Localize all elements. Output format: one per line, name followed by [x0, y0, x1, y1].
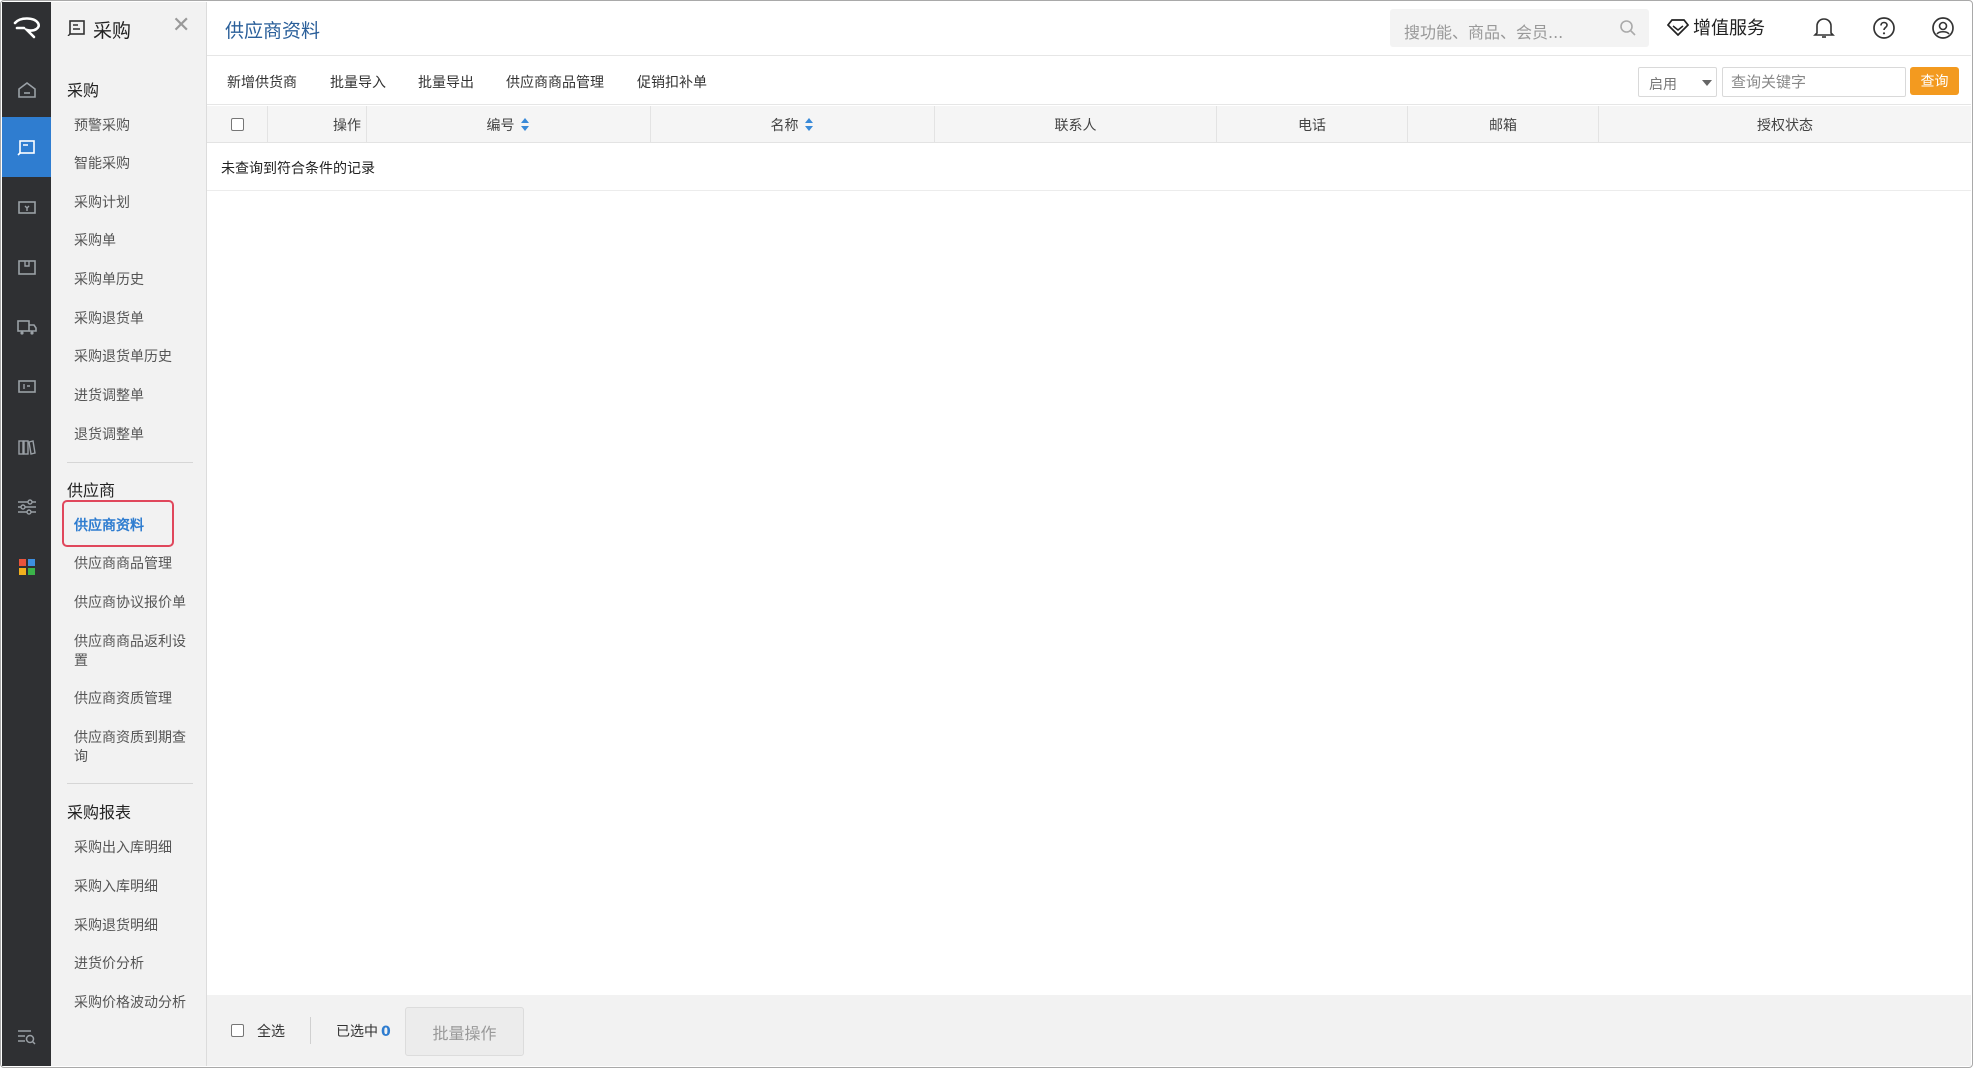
sidebar-item[interactable]: 供应商商品返利设置	[74, 633, 194, 671]
sidebar-item[interactable]: 采购退货单历史	[74, 348, 194, 367]
table-header: 操作 编号 名称 联系人 电话 邮箱 授权状态	[207, 106, 1971, 143]
column-header: 联系人	[934, 106, 1216, 143]
inventory-icon[interactable]	[2, 237, 51, 297]
empty-message: 未查询到符合条件的记录	[221, 161, 375, 177]
column-header-label: 授权状态	[1757, 117, 1813, 134]
sidebar-item[interactable]: 供应商商品管理	[74, 555, 194, 574]
bell-icon[interactable]	[1813, 16, 1835, 40]
sidebar-item[interactable]: 采购入库明细	[74, 878, 194, 897]
column-header: 邮箱	[1407, 106, 1598, 143]
column-header-label: 编号	[486, 117, 515, 134]
sidebar-item[interactable]: 进货价分析	[74, 955, 194, 974]
diamond-icon	[1667, 19, 1689, 36]
column-header: 电话	[1216, 106, 1407, 143]
sidebar-item[interactable]: 采购退货明细	[74, 917, 194, 936]
column-header-label: 名称	[770, 117, 799, 134]
logo-icon[interactable]	[2, 2, 51, 54]
sidebar-item[interactable]: 采购计划	[74, 194, 194, 213]
table-footer: 全选 已选中 0 批量操作	[207, 995, 1971, 1066]
selected-count-value: 0	[381, 1024, 391, 1040]
sidebar-item[interactable]: 采购出入库明细	[74, 839, 194, 858]
search-placeholder: 搜功能、商品、会员...	[1404, 23, 1564, 42]
query-button[interactable]: 查询	[1910, 67, 1959, 95]
search-menu-icon[interactable]	[2, 1007, 51, 1067]
vip-service-button[interactable]: 增值服务	[1667, 14, 1765, 40]
keyword-input[interactable]	[1722, 67, 1906, 97]
sidebar-title: 采购	[93, 20, 132, 42]
select-all-label[interactable]: 全选	[257, 1021, 285, 1041]
vip-label: 增值服务	[1693, 18, 1765, 39]
main-content: 供应商资料 搜功能、商品、会员... 增值服务 新增供货商 批量导入 批量导出 …	[207, 2, 1971, 1066]
purchase-icon[interactable]	[2, 117, 51, 177]
sidebar-item[interactable]: 智能采购	[74, 155, 194, 174]
sidebar-item[interactable]: 供应商协议报价单	[74, 594, 194, 613]
global-search[interactable]: 搜功能、商品、会员...	[1390, 9, 1649, 47]
promo-deduction-button[interactable]: 促销扣补单	[637, 72, 707, 92]
icon-rail	[2, 2, 51, 1066]
sidebar-item[interactable]: 采购单	[74, 232, 194, 251]
column-header-label: 邮箱	[1489, 117, 1517, 134]
user-icon[interactable]	[1931, 16, 1955, 40]
pos-icon[interactable]	[2, 357, 51, 417]
purchase-icon	[67, 20, 85, 36]
search-icon[interactable]	[1619, 19, 1637, 37]
select-all-checkbox[interactable]	[231, 1024, 244, 1037]
sidebar-item[interactable]: 采购退货单	[74, 310, 194, 329]
sort-icon[interactable]	[520, 117, 531, 133]
apps-grid-icon[interactable]	[2, 537, 51, 597]
sidebar-divider	[67, 462, 193, 463]
sidebar-item[interactable]: 供应商资质到期查询	[74, 729, 194, 767]
column-header-sortable[interactable]: 编号	[366, 106, 650, 143]
highlight-box	[62, 500, 174, 547]
close-icon[interactable]: ✕	[172, 15, 190, 37]
sidebar-divider	[67, 783, 193, 784]
status-select[interactable]: 启用	[1638, 67, 1717, 97]
chevron-down-icon	[1702, 80, 1712, 86]
top-bar: 供应商资料 搜功能、商品、会员... 增值服务	[207, 2, 1971, 56]
settings-sliders-icon[interactable]	[2, 477, 51, 537]
batch-import-button[interactable]: 批量导入	[330, 72, 386, 92]
selected-label: 已选中	[336, 1024, 378, 1040]
sidebar-item[interactable]: 采购单历史	[74, 271, 194, 290]
column-header-label: 联系人	[1054, 117, 1097, 134]
sidebar-item[interactable]: 退货调整单	[74, 426, 194, 445]
books-icon[interactable]	[2, 417, 51, 477]
column-header: 授权状态	[1598, 106, 1971, 143]
home-icon[interactable]	[2, 60, 51, 120]
group-title-supplier: 供应商	[67, 481, 116, 500]
sidebar-item[interactable]: 进货调整单	[74, 387, 194, 406]
sidebar-item[interactable]: 采购价格波动分析	[74, 994, 194, 1013]
select-all-header[interactable]	[207, 106, 267, 143]
sidebar-header: 采购 ✕	[51, 2, 207, 54]
column-header-label: 操作	[333, 117, 361, 134]
group-title-purchase: 采购	[67, 81, 100, 100]
selected-count: 已选中 0	[336, 1021, 391, 1041]
batch-export-button[interactable]: 批量导出	[418, 72, 474, 92]
help-icon[interactable]	[1872, 16, 1896, 40]
supplier-goods-button[interactable]: 供应商商品管理	[506, 72, 604, 92]
sort-icon[interactable]	[804, 117, 815, 133]
logistics-icon[interactable]	[2, 297, 51, 357]
sidebar-item[interactable]: 供应商资质管理	[74, 690, 194, 709]
batch-operation-button[interactable]: 批量操作	[405, 1007, 524, 1056]
status-select-value: 启用	[1649, 77, 1677, 93]
header-checkbox[interactable]	[230, 118, 244, 131]
add-supplier-button[interactable]: 新增供货商	[227, 72, 297, 92]
sidebar-item[interactable]: 预警采购	[74, 117, 194, 136]
table-empty-row: 未查询到符合条件的记录	[207, 144, 1971, 191]
group-title-reports: 采购报表	[67, 803, 132, 822]
finance-icon[interactable]	[2, 177, 51, 237]
footer-divider	[310, 1017, 311, 1044]
column-header-label: 电话	[1298, 117, 1326, 134]
page-title: 供应商资料	[225, 20, 321, 42]
column-header-sortable[interactable]: 名称	[650, 106, 934, 143]
action-toolbar: 新增供货商 批量导入 批量导出 供应商商品管理 促销扣补单 启用 查询	[207, 57, 1971, 105]
